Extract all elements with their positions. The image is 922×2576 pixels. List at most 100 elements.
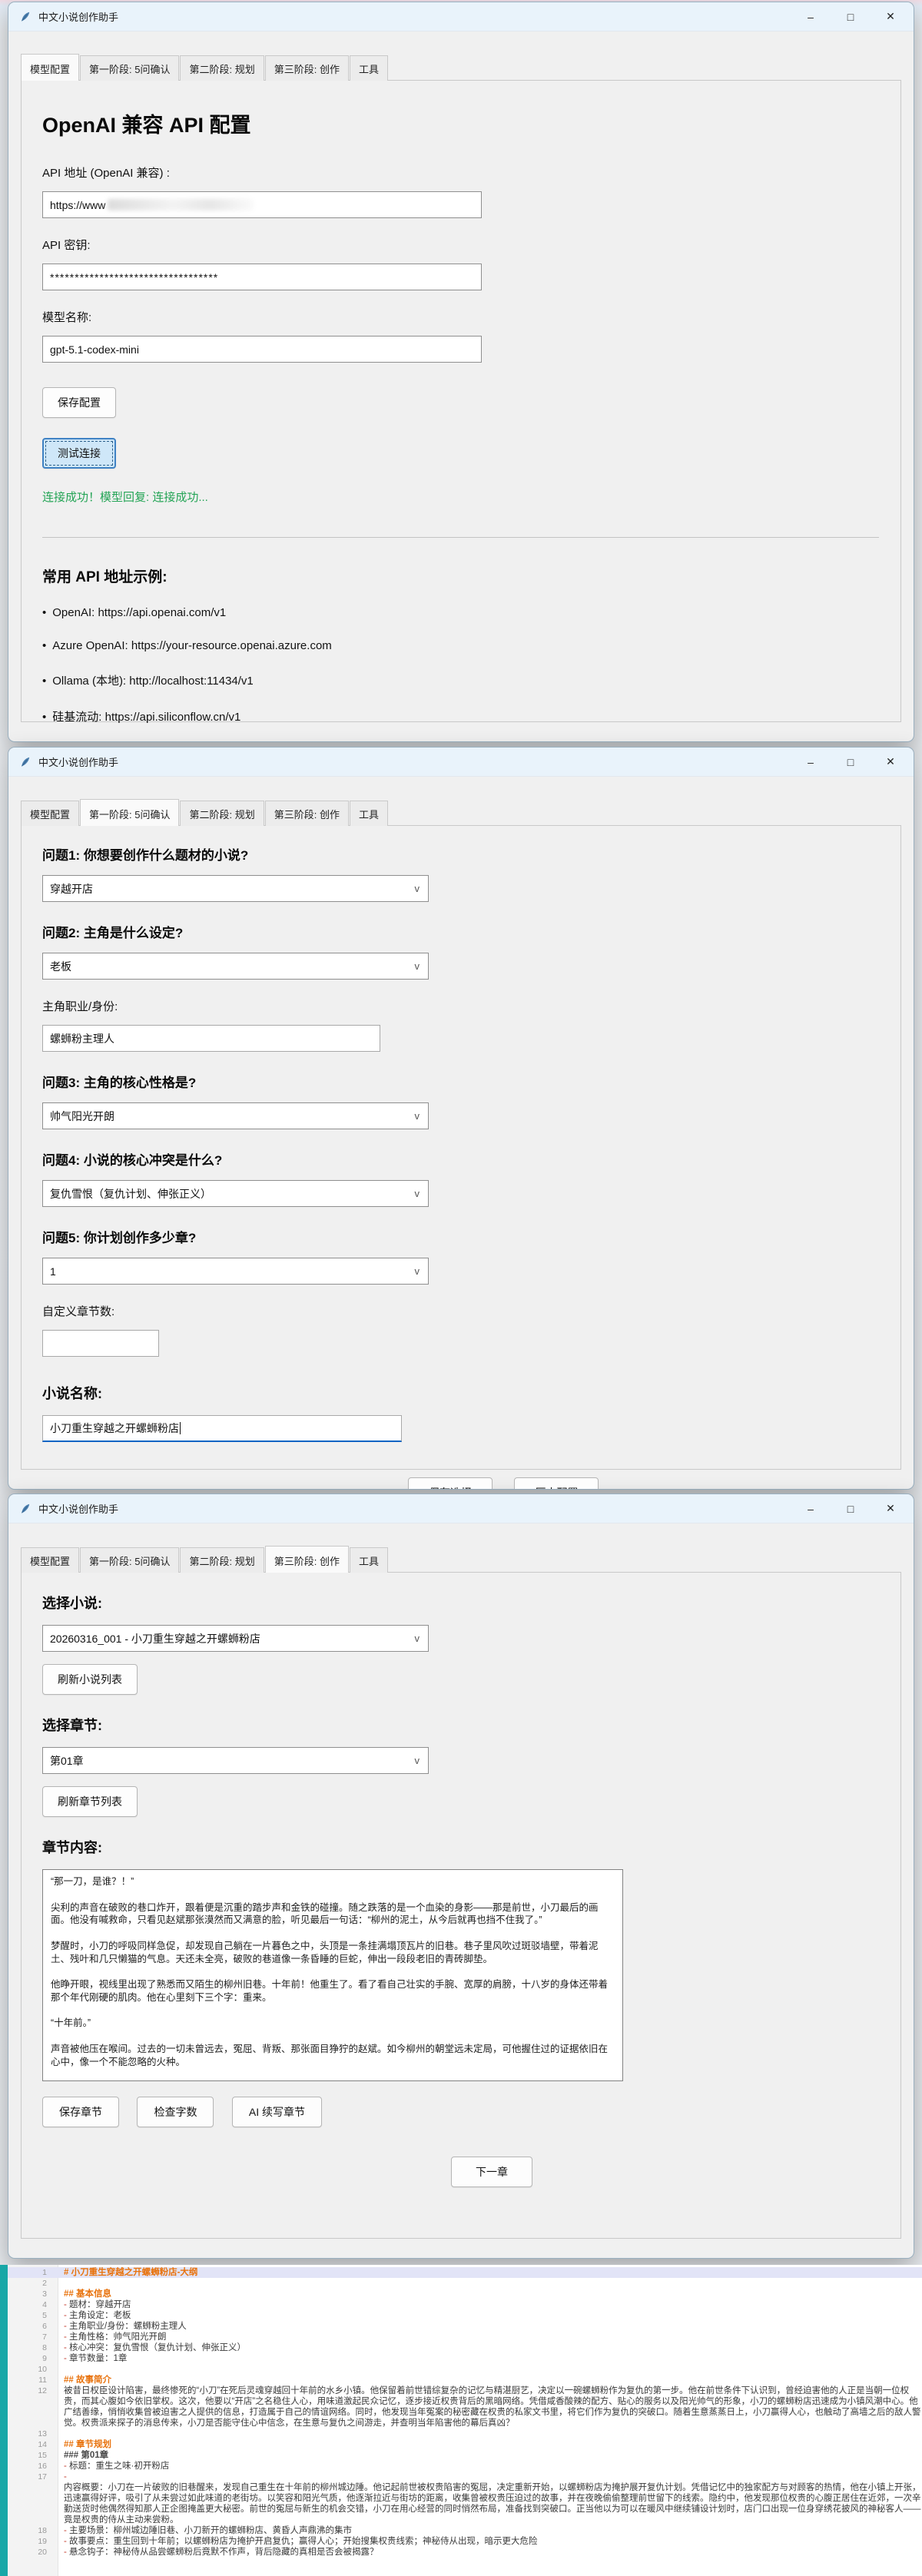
save-selection-button[interactable]: 保存选择: [408, 1477, 493, 1490]
tab-4[interactable]: 工具: [350, 55, 388, 81]
examples-title: 常用 API 地址示例:: [42, 565, 885, 586]
test-connection-button[interactable]: 测试连接: [42, 438, 116, 469]
line-number: 15: [8, 2450, 58, 2461]
q5-label: 问题5: 你计划创作多少章?: [42, 1227, 885, 1246]
q1-genre-combobox[interactable]: 穿越开店 v: [42, 875, 429, 902]
line-text: - 章节数量：1章: [58, 2353, 922, 2364]
minimize-button[interactable]: –: [791, 2, 831, 31]
editor-line: 3## 基本信息: [8, 2289, 922, 2299]
line-number: 6: [8, 2321, 58, 2332]
tab-0[interactable]: 模型配置: [21, 1547, 79, 1573]
tab-1[interactable]: 第一阶段: 5问确认: [80, 799, 179, 826]
editor-line: 内容概要：小刀在一片破败的旧巷醒来，发现自己重生在十年前的柳州城边陲。他记起前世…: [8, 2482, 922, 2525]
tab-3[interactable]: 第三阶段: 创作: [265, 55, 349, 81]
q4-conflict-combobox[interactable]: 复仇雪恨（复仇计划、伸张正义） v: [42, 1180, 429, 1207]
chapter-combobox[interactable]: 第01章 v: [42, 1747, 429, 1774]
tab-0[interactable]: 模型配置: [21, 54, 79, 81]
q3-personality-combobox[interactable]: 帅气阳光开朗 v: [42, 1102, 429, 1129]
history-config-button[interactable]: 历史配置: [514, 1477, 599, 1490]
line-text: 被昔日权臣设计陷害，最终惨死的“小刀”在死后灵魂穿越回十年前的水乡小镇。他保留着…: [58, 2385, 922, 2428]
line-text: # 小刀重生穿越之开螺蛳粉店-大纲: [58, 2267, 922, 2278]
page-title: OpenAI 兼容 API 配置: [42, 108, 885, 138]
chapter-content-textarea[interactable]: “那一刀，是谁？！” 尖利的声音在破败的巷口炸开，跟着便是沉重的踏步声和金铁的碰…: [42, 1869, 623, 2081]
close-button[interactable]: ✕: [871, 1494, 910, 1523]
tab-3[interactable]: 第三阶段: 创作: [265, 1546, 349, 1573]
tab-1[interactable]: 第一阶段: 5问确认: [80, 1547, 179, 1573]
next-chapter-button[interactable]: 下一章: [451, 2157, 532, 2187]
tab-2[interactable]: 第二阶段: 规划: [180, 55, 264, 81]
window-title: 中文小说创作助手: [38, 9, 791, 24]
line-number: 19: [8, 2536, 58, 2547]
refresh-chapters-button[interactable]: 刷新章节列表: [42, 1786, 138, 1817]
editor-accent-bar: [0, 2265, 8, 2576]
tab-2[interactable]: 第二阶段: 规划: [180, 1547, 264, 1573]
check-word-count-button[interactable]: 检查字数: [137, 2097, 214, 2127]
tab-1[interactable]: 第一阶段: 5问确认: [80, 55, 179, 81]
editor-lines[interactable]: 1# 小刀重生穿越之开螺蛳粉店-大纲23## 基本信息4- 题材：穿越开店5- …: [8, 2267, 922, 2558]
editor-line: 10: [8, 2364, 922, 2375]
tab-bar: 模型配置第一阶段: 5问确认第二阶段: 规划第三阶段: 创作工具: [21, 55, 901, 80]
maximize-button[interactable]: □: [831, 748, 871, 777]
maximize-button[interactable]: □: [831, 2, 871, 31]
chevron-down-icon: v: [415, 1633, 420, 1644]
q1-label: 问题1: 你想要创作什么题材的小说?: [42, 844, 885, 864]
job-label: 主角职业/身份:: [42, 998, 885, 1014]
connection-status: 连接成功！模型回复: 连接成功...: [42, 489, 885, 505]
editor-line: 6- 主角职业/身份：螺蛳粉主理人: [8, 2321, 922, 2332]
tab-0[interactable]: 模型配置: [21, 801, 79, 826]
line-number: 18: [8, 2525, 58, 2536]
line-text: ## 基本信息: [58, 2289, 922, 2299]
editor-line: 7- 主角性格：帅气阳光开朗: [8, 2332, 922, 2342]
line-text: [58, 2364, 922, 2375]
tab-4[interactable]: 工具: [350, 1547, 388, 1573]
tab-4[interactable]: 工具: [350, 801, 388, 826]
q2-protagonist-combobox[interactable]: 老板 v: [42, 953, 429, 980]
novel-combobox[interactable]: 20260316_001 - 小刀重生穿越之开螺蛳粉店 v: [42, 1625, 429, 1652]
api-key-input[interactable]: **********************************: [42, 264, 482, 290]
line-text: [58, 2428, 922, 2439]
window-writing: 中文小说创作助手 – □ ✕ 模型配置第一阶段: 5问确认第二阶段: 规划第三阶…: [8, 1494, 914, 2259]
titlebar[interactable]: 中文小说创作助手 – □ ✕: [8, 1494, 914, 1523]
redacted-text: [108, 199, 254, 211]
line-number: 20: [8, 2547, 58, 2558]
api-example-item: •Azure OpenAI: https://your-resource.ope…: [42, 639, 885, 652]
tab-bar: 模型配置第一阶段: 5问确认第二阶段: 规划第三阶段: 创作工具: [21, 800, 901, 825]
save-config-button[interactable]: 保存配置: [42, 387, 116, 418]
titlebar[interactable]: 中文小说创作助手 – □ ✕: [8, 748, 914, 777]
line-number: 17: [8, 2472, 58, 2482]
editor-line: 2: [8, 2278, 922, 2289]
titlebar[interactable]: 中文小说创作助手 – □ ✕: [8, 2, 914, 31]
line-text: ## 章节规划: [58, 2439, 922, 2450]
save-chapter-button[interactable]: 保存章节: [42, 2097, 119, 2127]
custom-chapters-input[interactable]: [42, 1330, 159, 1357]
q5-chapter-count-combobox[interactable]: 1 v: [42, 1258, 429, 1285]
line-text: - 核心冲突：复仇雪恨（复仇计划、伸张正义）: [58, 2342, 922, 2353]
api-url-input[interactable]: https://www: [42, 191, 482, 218]
minimize-button[interactable]: –: [791, 1494, 831, 1523]
job-input[interactable]: 螺蛳粉主理人: [42, 1025, 380, 1052]
editor-line: 13: [8, 2428, 922, 2439]
maximize-button[interactable]: □: [831, 1494, 871, 1523]
novel-name-input[interactable]: 小刀重生穿越之开螺蛳粉店: [42, 1415, 402, 1442]
window-title: 中文小说创作助手: [38, 1501, 791, 1516]
line-text: -: [58, 2472, 922, 2482]
minimize-button[interactable]: –: [791, 748, 831, 777]
close-button[interactable]: ✕: [871, 748, 910, 777]
line-text: - 题材：穿越开店: [58, 2299, 922, 2310]
line-text: - 主角职业/身份：螺蛳粉主理人: [58, 2321, 922, 2332]
tab-2[interactable]: 第二阶段: 规划: [180, 801, 264, 826]
editor-line: 16- 标题：重生之味·初开粉店: [8, 2461, 922, 2472]
line-number: 12: [8, 2385, 58, 2428]
ai-continue-button[interactable]: AI 续写章节: [232, 2097, 322, 2127]
q3-label: 问题3: 主角的核心性格是?: [42, 1072, 885, 1091]
refresh-novels-button[interactable]: 刷新小说列表: [42, 1664, 138, 1695]
editor-line: 1# 小刀重生穿越之开螺蛳粉店-大纲: [8, 2267, 922, 2278]
model-name-input[interactable]: gpt-5.1-codex-mini: [42, 336, 482, 363]
editor-line: 15### 第01章: [8, 2450, 922, 2461]
line-number: 2: [8, 2278, 58, 2289]
close-button[interactable]: ✕: [871, 2, 910, 31]
line-text: 内容概要：小刀在一片破败的旧巷醒来，发现自己重生在十年前的柳州城边陲。他记起前世…: [58, 2482, 922, 2525]
line-number: 11: [8, 2375, 58, 2385]
q4-label: 问题4: 小说的核心冲突是什么?: [42, 1149, 885, 1169]
tab-3[interactable]: 第三阶段: 创作: [265, 801, 349, 826]
